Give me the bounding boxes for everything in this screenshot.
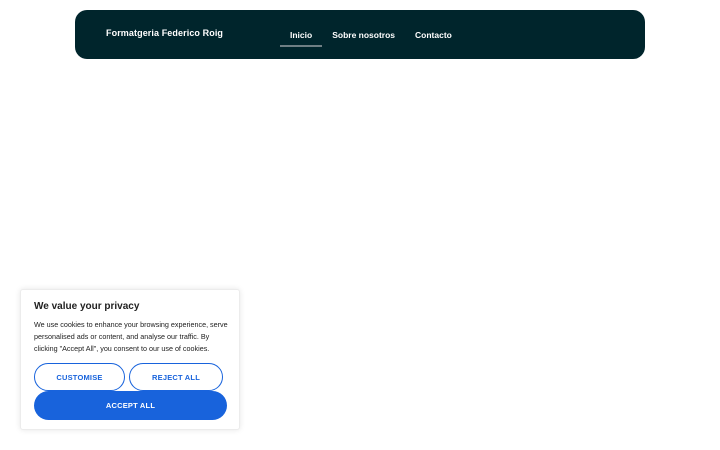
customise-button[interactable]: CUSTOMISE: [34, 363, 125, 391]
nav-item-contacto[interactable]: Contacto: [405, 10, 462, 59]
accept-all-button[interactable]: ACCEPT ALL: [34, 391, 227, 420]
cookie-consent-banner: We value your privacy We use cookies to …: [20, 289, 240, 430]
reject-all-button[interactable]: REJECT ALL: [129, 363, 223, 391]
cookie-description: We use cookies to enhance your browsing …: [34, 320, 228, 353]
main-nav: Inicio Sobre nosotros Contacto: [280, 10, 462, 59]
nav-item-inicio[interactable]: Inicio: [280, 10, 323, 59]
site-header: Formatgeria Federico Roig Inicio Sobre n…: [75, 10, 645, 59]
cookie-title: We value your privacy: [34, 301, 140, 312]
site-brand[interactable]: Formatgeria Federico Roig: [106, 28, 223, 38]
nav-item-sobre-nosotros[interactable]: Sobre nosotros: [322, 10, 405, 59]
